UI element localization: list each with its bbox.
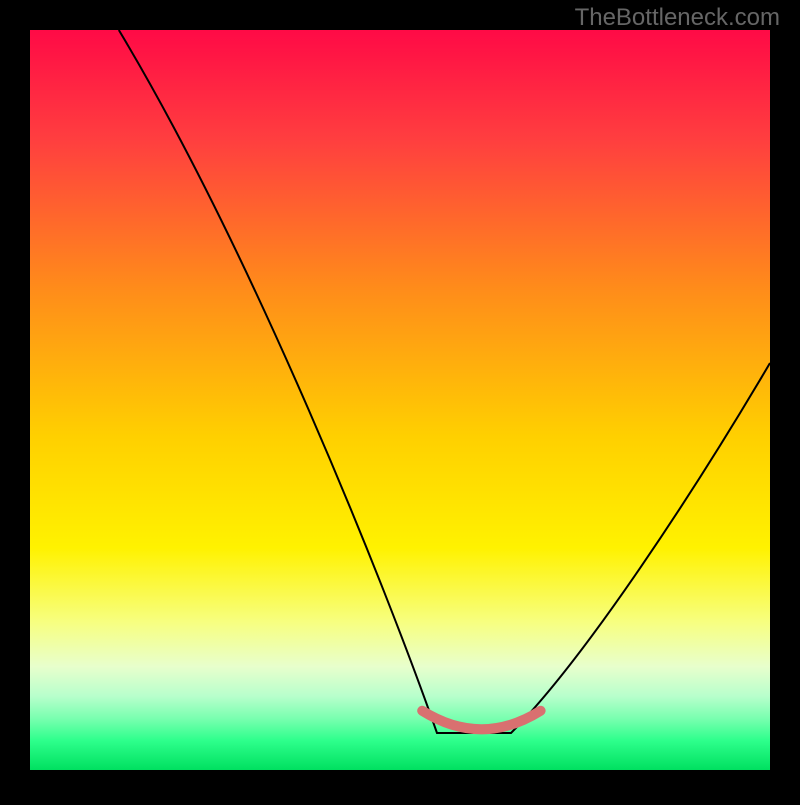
chart-container: TheBottleneck.com — [0, 0, 800, 800]
watermark-text: TheBottleneck.com — [575, 4, 780, 32]
chart-svg — [0, 0, 800, 800]
plot-area — [30, 30, 770, 770]
